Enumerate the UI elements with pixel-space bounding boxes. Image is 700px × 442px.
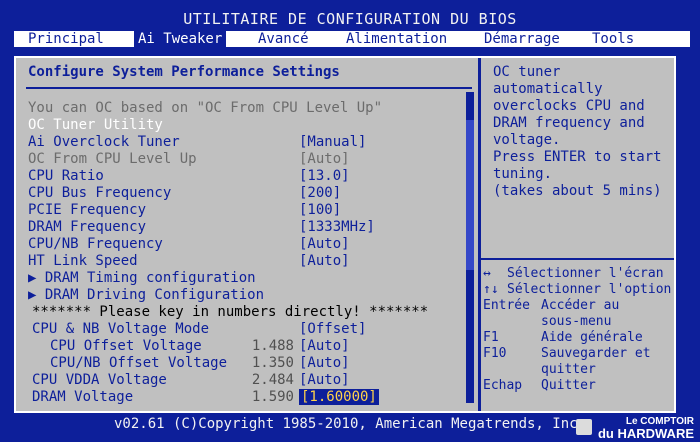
setting-row[interactable]: CPU/NB Offset Voltage 1.350 [Auto] [16, 355, 476, 372]
setting-label: CPU Bus Frequency [28, 185, 172, 201]
tab-alimentation[interactable]: Alimentation [342, 31, 451, 47]
setting-current-value: 1.350 [251, 355, 294, 371]
setting-row[interactable]: HT Link Speed [Auto] [16, 253, 476, 270]
scrollbar-thumb[interactable] [466, 120, 474, 270]
help-text: OC tuner automatically overclocks CPU an… [493, 64, 662, 199]
key-legend-row: ↔ Sélectionner l'écran [481, 266, 674, 282]
setting-row[interactable]: CPU & NB Voltage Mode [Offset] [16, 321, 476, 338]
key-name: F1 [483, 330, 499, 345]
key-name: Entrée [483, 298, 530, 313]
setting-value[interactable]: [Auto] [299, 338, 350, 355]
setting-row[interactable]: CPU Bus Frequency [200] [16, 185, 476, 202]
setting-label: CPU & NB Voltage Mode [32, 321, 210, 337]
setting-label: You can OC based on "OC From CPU Level U… [28, 100, 383, 116]
key-legend-row: quitter [481, 362, 674, 378]
key-legend-row: sous-menu [481, 314, 674, 330]
setting-label: DRAM Voltage [32, 389, 134, 405]
setting-value[interactable]: [Auto] [299, 372, 350, 389]
setting-value[interactable]: [1333MHz] [299, 219, 375, 236]
setting-label: Ai Overclock Tuner [28, 134, 180, 150]
setting-label: ******* Please key in numbers directly! … [32, 304, 429, 320]
watermark-logo: Le COMPTOIR du HARDWARE [575, 416, 694, 441]
setting-row[interactable]: OC From CPU Level Up [Auto] [16, 151, 476, 168]
setting-value[interactable]: [Auto] [299, 151, 350, 168]
setting-label: HT Link Speed [28, 253, 138, 269]
setting-value[interactable]: [Auto] [299, 253, 350, 270]
key-legend-row: Echap Quitter [481, 378, 674, 394]
key-description: Sélectionner l'option [507, 282, 672, 297]
setting-current-value: 2.484 [251, 372, 294, 388]
setting-value[interactable]: [100] [299, 202, 341, 219]
setting-row[interactable]: PCIE Frequency [100] [16, 202, 476, 219]
setting-row: You can OC based on "OC From CPU Level U… [16, 100, 476, 117]
key-description: sous-menu [541, 314, 612, 329]
key-legend-row: Entrée Accéder au [481, 298, 674, 314]
setting-label: CPU VDDA Voltage [32, 372, 167, 388]
key-name: ↔ [483, 266, 491, 281]
setting-value[interactable]: [Auto] [299, 355, 350, 372]
tab-principal[interactable]: Principal [24, 31, 108, 47]
setting-value[interactable]: [Manual] [299, 134, 366, 151]
help-panel: OC tuner automatically overclocks CPU an… [481, 58, 674, 411]
setting-label: ▶ DRAM Timing configuration [28, 270, 256, 286]
setting-row[interactable]: DRAM Frequency [1333MHz] [16, 219, 476, 236]
key-name: Echap [483, 378, 523, 393]
setting-label: CPU/NB Frequency [28, 236, 163, 252]
setting-row[interactable]: DRAM Voltage 1.590 [1.60000] [16, 389, 476, 406]
settings-area: Configure System Performance Settings Yo… [16, 58, 478, 411]
help-divider [481, 258, 674, 260]
tab-demarrage[interactable]: Démarrage [480, 31, 564, 47]
key-legend-row: ↑↓ Sélectionner l'option [481, 282, 674, 298]
bios-title: UTILITAIRE DE CONFIGURATION DU BIOS [183, 10, 517, 28]
key-description: Accéder au [541, 298, 620, 313]
setting-current-value: 1.488 [251, 338, 294, 354]
key-name: ↑↓ [483, 282, 499, 297]
setting-label: CPU Offset Voltage [50, 338, 202, 354]
setting-row: ******* Please key in numbers directly! … [16, 304, 476, 321]
setting-row[interactable]: Ai Overclock Tuner [Manual] [16, 134, 476, 151]
key-description: Quitter [541, 378, 596, 393]
setting-row[interactable]: ▶ DRAM Driving Configuration [16, 287, 476, 304]
settings-scrollbar[interactable] [466, 92, 474, 403]
tab-ai-tweaker[interactable]: Ai Tweaker [134, 31, 227, 47]
watermark-line2: du HARDWARE [597, 426, 694, 441]
setting-label: CPU/NB Offset Voltage [50, 355, 228, 371]
setting-label: DRAM Frequency [28, 219, 147, 235]
key-description: quitter [541, 362, 596, 377]
tab-tools[interactable]: Tools [588, 31, 638, 47]
key-legend-row: F1 Aide générale [481, 330, 674, 346]
setting-value[interactable]: [13.0] [299, 168, 350, 185]
setting-value[interactable]: [Offset] [299, 321, 366, 338]
setting-label: OC Tuner Utility [28, 117, 163, 133]
key-name: F10 [483, 346, 507, 361]
key-description: Sélectionner l'écran [507, 266, 664, 281]
setting-row[interactable]: CPU Ratio [13.0] [16, 168, 476, 185]
copyright-footer: v02.61 (C)Copyright 1985-2010, American … [113, 416, 586, 432]
setting-label: ▶ DRAM Driving Configuration [28, 287, 265, 303]
setting-row: OC Tuner Utility [16, 117, 476, 134]
tab-avance[interactable]: Avancé [254, 31, 313, 47]
bios-panel: Configure System Performance Settings Yo… [14, 56, 676, 413]
setting-value-selected[interactable]: [1.60000] [299, 389, 379, 405]
setting-row[interactable]: CPU Offset Voltage 1.488 [Auto] [16, 338, 476, 355]
setting-row[interactable]: ▶ DRAM Timing configuration [16, 270, 476, 287]
setting-current-value: 1.590 [251, 389, 294, 405]
setting-value-wrap[interactable]: [1.60000] [299, 389, 379, 406]
heading-divider [26, 87, 472, 89]
cube-icon [575, 419, 592, 435]
key-description: Sauvegarder et [541, 346, 651, 361]
key-legend-row: F10 Sauvegarder et [481, 346, 674, 362]
setting-value[interactable]: [Auto] [299, 236, 350, 253]
setting-value[interactable]: [200] [299, 185, 341, 202]
setting-row[interactable]: CPU VDDA Voltage 2.484 [Auto] [16, 372, 476, 389]
setting-label: CPU Ratio [28, 168, 104, 184]
key-description: Aide générale [541, 330, 643, 345]
menu-bar: Principal Ai Tweaker Avancé Alimentation… [14, 31, 690, 47]
setting-label: PCIE Frequency [28, 202, 147, 218]
setting-row[interactable]: CPU/NB Frequency [Auto] [16, 236, 476, 253]
section-heading: Configure System Performance Settings [28, 64, 340, 80]
setting-label: OC From CPU Level Up [28, 151, 197, 167]
